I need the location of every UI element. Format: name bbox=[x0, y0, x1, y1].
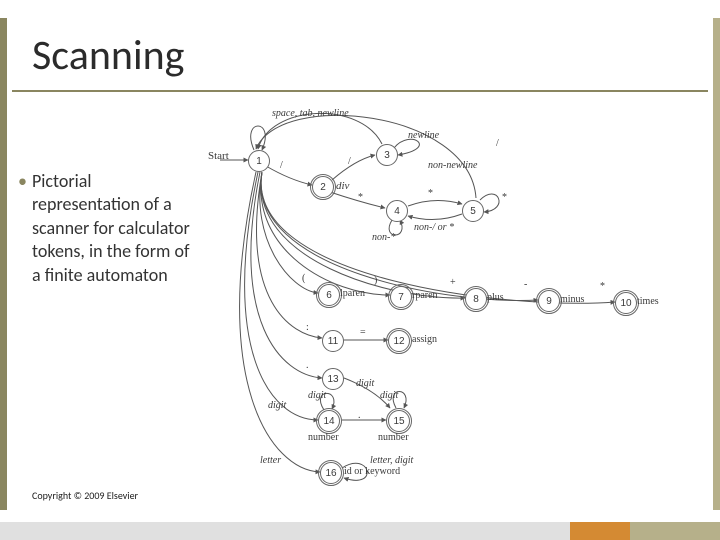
slide: Scanning •Pictorial representation of a … bbox=[0, 0, 720, 540]
title-underline bbox=[12, 90, 708, 92]
state-13: 13 bbox=[322, 368, 344, 390]
edge-star-4-5: * bbox=[428, 188, 433, 199]
edge-slash-2-3: / bbox=[348, 156, 351, 167]
edge-slash-1-2: / bbox=[280, 160, 283, 171]
state-1: 1 bbox=[248, 150, 270, 172]
copyright-text: Copyright © 2009 Elsevier bbox=[32, 489, 138, 502]
edge-dot-14-15: . bbox=[358, 410, 361, 421]
edge-slash-5-1: / bbox=[496, 138, 499, 149]
bottom-bar bbox=[0, 522, 720, 540]
edge-star-5self: * bbox=[502, 192, 507, 203]
bullet-text: •Pictorial representation of a scanner f… bbox=[32, 170, 202, 287]
state-7-rparen: 7 bbox=[390, 286, 412, 308]
label-number14: number bbox=[308, 432, 339, 443]
edge-star-2-4: * bbox=[358, 192, 363, 203]
edge-plus: + bbox=[450, 277, 456, 288]
edge-digit-1-14: digit bbox=[268, 400, 286, 411]
edge-self1: space, tab, newline bbox=[272, 108, 349, 119]
edge-rparen: ) bbox=[374, 275, 377, 286]
automaton-diagram: Start 1 2 3 4 5 6 7 8 9 10 11 12 13 14 1… bbox=[210, 100, 720, 500]
state-5: 5 bbox=[462, 200, 484, 222]
start-label: Start bbox=[208, 150, 229, 162]
edge-eq: = bbox=[360, 327, 366, 338]
edge-nonslash: non-/ or * bbox=[414, 222, 454, 233]
edge-colon: : bbox=[306, 322, 309, 333]
state-9-minus: 9 bbox=[538, 290, 560, 312]
state-10-times: 10 bbox=[615, 292, 637, 314]
edge-nonnewline: non-newline bbox=[428, 160, 477, 171]
edge-times: * bbox=[600, 281, 605, 292]
edge-digit-15self: digit bbox=[380, 390, 398, 401]
state-12-assign: 12 bbox=[388, 330, 410, 352]
edge-newline: newline bbox=[408, 130, 439, 141]
state-6-lparen: 6 bbox=[318, 284, 340, 306]
edge-dot13: . bbox=[306, 360, 309, 371]
label-div: div bbox=[336, 180, 349, 192]
edge-letter-digit: letter, digit bbox=[370, 455, 413, 466]
bottom-bar-seg-orange bbox=[570, 522, 630, 540]
label-minus: minus bbox=[560, 294, 584, 305]
label-times: times bbox=[637, 296, 659, 307]
edge-letter: letter bbox=[260, 455, 281, 466]
state-4: 4 bbox=[386, 200, 408, 222]
page-title: Scanning bbox=[32, 30, 184, 81]
label-id: id or keyword bbox=[344, 466, 400, 477]
label-rparen: rparen bbox=[412, 290, 438, 301]
state-8-plus: 8 bbox=[465, 288, 487, 310]
edge-digit-13-15: digit bbox=[356, 378, 374, 389]
state-16-id: 16 bbox=[320, 462, 342, 484]
edge-digit-14self: digit bbox=[308, 390, 326, 401]
bullet-dot: • bbox=[18, 170, 32, 193]
edge-nonstar: non-* bbox=[372, 232, 395, 243]
left-accent-bar bbox=[0, 18, 7, 510]
edge-minus: - bbox=[524, 279, 527, 290]
edge-lparen: ( bbox=[302, 273, 305, 284]
state-15-number: 15 bbox=[388, 410, 410, 432]
state-14-number: 14 bbox=[318, 410, 340, 432]
bullet-content: Pictorial representation of a scanner fo… bbox=[32, 170, 190, 286]
label-plus: plus bbox=[487, 292, 504, 303]
bottom-bar-seg-tan bbox=[630, 522, 720, 540]
state-2-div: 2 bbox=[312, 176, 334, 198]
label-assign: assign bbox=[412, 334, 437, 345]
state-3: 3 bbox=[376, 144, 398, 166]
label-lparen: lparen bbox=[340, 288, 365, 299]
label-number15: number bbox=[378, 432, 409, 443]
state-11: 11 bbox=[322, 330, 344, 352]
